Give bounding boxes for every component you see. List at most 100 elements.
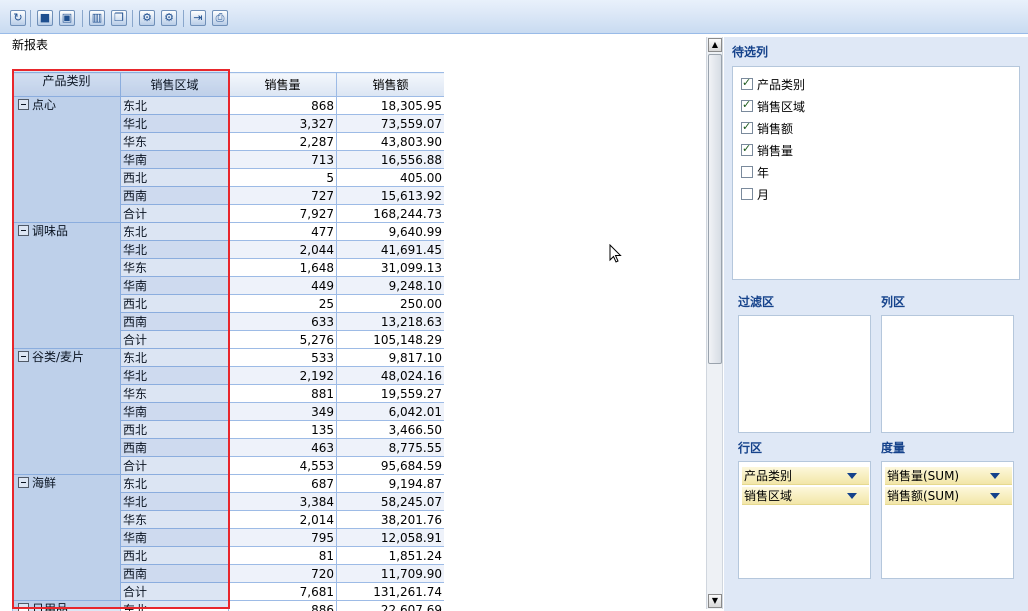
region-cell: 华南 xyxy=(120,402,229,421)
toolbar-separator xyxy=(82,10,83,27)
category-cell: 谷类/麦片 xyxy=(12,348,121,475)
measure-field[interactable]: 销售额(SUM) xyxy=(885,487,1012,505)
row-field[interactable]: 销售区域 xyxy=(742,487,869,505)
candidate-field[interactable]: 月 xyxy=(741,185,769,203)
chart-button[interactable]: ▥ xyxy=(89,10,105,26)
table-row: 调味品 东北 477 9,640.99 xyxy=(12,222,444,349)
collapse-icon[interactable] xyxy=(18,477,29,488)
toolbar-separator xyxy=(30,10,31,27)
quantity-cell: 868 xyxy=(228,96,337,115)
measure-field-label: 销售额(SUM) xyxy=(887,489,960,503)
region-cell: 西北 xyxy=(120,294,229,313)
region-cell: 西北 xyxy=(120,546,229,565)
header-sales-amount[interactable]: 销售额 xyxy=(336,72,444,97)
quantity-cell: 795 xyxy=(228,528,337,547)
row-field[interactable]: 产品类别 xyxy=(742,467,869,485)
dropdown-arrow-icon[interactable] xyxy=(990,473,1000,479)
candidate-field[interactable]: 销售量 xyxy=(741,141,793,159)
scroll-down-icon[interactable]: ▼ xyxy=(708,594,722,608)
region-cell: 西北 xyxy=(120,420,229,439)
collapse-icon[interactable] xyxy=(18,99,29,110)
amount-cell: 405.00 xyxy=(336,168,444,187)
dropdown-arrow-icon[interactable] xyxy=(990,493,1000,499)
quantity-cell: 81 xyxy=(228,546,337,565)
amount-cell: 73,559.07 xyxy=(336,114,444,133)
report-title: 新报表 xyxy=(12,38,49,52)
filter-area-box[interactable] xyxy=(738,315,871,433)
category-label: 谷类/麦片 xyxy=(32,350,85,364)
column-area-box[interactable] xyxy=(881,315,1014,433)
candidate-field-label: 年 xyxy=(757,165,770,180)
amount-cell: 31,099.13 xyxy=(336,258,444,277)
checkbox-checked-icon[interactable] xyxy=(741,142,753,156)
region-cell: 华南 xyxy=(120,528,229,547)
settings-button[interactable]: ⚙ xyxy=(139,10,155,26)
checkbox-checked-icon[interactable] xyxy=(741,120,753,134)
refresh-button[interactable]: ↻ xyxy=(10,10,26,26)
header-sales-region[interactable]: 销售区域 xyxy=(120,72,229,97)
dropdown-arrow-icon[interactable] xyxy=(847,493,857,499)
quantity-cell: 4,553 xyxy=(228,456,337,475)
quantity-cell: 135 xyxy=(228,420,337,439)
region-cell: 华北 xyxy=(120,240,229,259)
amount-cell: 41,691.45 xyxy=(336,240,444,259)
measure-area-title: 度量 xyxy=(881,441,906,455)
candidate-field-label: 月 xyxy=(757,187,770,202)
param-button[interactable]: ⚙ xyxy=(161,10,177,26)
checkbox-checked-icon[interactable] xyxy=(741,98,753,112)
measure-field[interactable]: 销售量(SUM) xyxy=(885,467,1012,485)
window-button[interactable]: ❐ xyxy=(111,10,127,26)
quantity-cell: 881 xyxy=(228,384,337,403)
amount-cell: 1,851.24 xyxy=(336,546,444,565)
toolbar: ↻ ■ ▣ ▥ ❐ ⚙ ⚙ ⇥ ⎙ xyxy=(0,0,1028,34)
header-product-category[interactable]: 产品类别 xyxy=(12,72,121,97)
region-cell: 华北 xyxy=(120,492,229,511)
dropdown-arrow-icon[interactable] xyxy=(847,473,857,479)
header-sales-quantity[interactable]: 销售量 xyxy=(228,72,337,97)
save-button[interactable]: ■ xyxy=(37,10,53,26)
amount-cell: 43,803.90 xyxy=(336,132,444,151)
candidate-field-label: 销售量 xyxy=(757,143,794,158)
row-area-box[interactable]: 产品类别 销售区域 xyxy=(738,461,871,579)
checkbox-unchecked-icon[interactable] xyxy=(741,166,753,178)
region-cell: 华东 xyxy=(120,258,229,277)
export-button[interactable]: ⇥ xyxy=(190,10,206,26)
export-icon: ⇥ xyxy=(193,11,203,24)
collapse-icon[interactable] xyxy=(18,351,29,362)
region-cell: 华北 xyxy=(120,114,229,133)
quantity-cell: 449 xyxy=(228,276,337,295)
region-cell: 东北 xyxy=(120,474,229,493)
table-row: 点心 东北 868 18,305.95 xyxy=(12,96,444,223)
region-cell: 华东 xyxy=(120,384,229,403)
amount-cell: 22,607.69 xyxy=(336,600,444,611)
category-cell: 海鲜 xyxy=(12,474,121,601)
category-cell: 点心 xyxy=(12,96,121,223)
candidates-title: 待选列 xyxy=(732,45,769,59)
amount-cell: 9,817.10 xyxy=(336,348,444,367)
region-cell: 西南 xyxy=(120,312,229,331)
save-as-button[interactable]: ▣ xyxy=(59,10,75,26)
quantity-cell: 25 xyxy=(228,294,337,313)
collapse-icon[interactable] xyxy=(18,603,29,611)
vertical-scrollbar[interactable]: ▲ ▼ xyxy=(706,37,723,609)
save-icon: ■ xyxy=(39,11,51,24)
amount-cell: 9,248.10 xyxy=(336,276,444,295)
scrollbar-thumb[interactable] xyxy=(708,54,722,364)
checkbox-unchecked-icon[interactable] xyxy=(741,188,753,200)
amount-cell: 9,640.99 xyxy=(336,222,444,241)
filter-area-title: 过滤区 xyxy=(738,295,775,309)
category-label: 海鲜 xyxy=(32,476,57,490)
measure-area-box[interactable]: 销售量(SUM) 销售额(SUM) xyxy=(881,461,1014,579)
amount-cell: 18,305.95 xyxy=(336,96,444,115)
candidate-field[interactable]: 销售额 xyxy=(741,119,793,137)
candidate-field[interactable]: 年 xyxy=(741,163,769,181)
candidate-field[interactable]: 产品类别 xyxy=(741,75,805,93)
row-field-label: 产品类别 xyxy=(744,469,793,483)
candidate-field[interactable]: 销售区域 xyxy=(741,97,805,115)
checkbox-checked-icon[interactable] xyxy=(741,76,753,90)
print-button[interactable]: ⎙ xyxy=(212,10,228,26)
scroll-up-icon[interactable]: ▲ xyxy=(708,38,722,52)
param-icon: ⚙ xyxy=(164,11,174,24)
collapse-icon[interactable] xyxy=(18,225,29,236)
quantity-cell: 5,276 xyxy=(228,330,337,349)
